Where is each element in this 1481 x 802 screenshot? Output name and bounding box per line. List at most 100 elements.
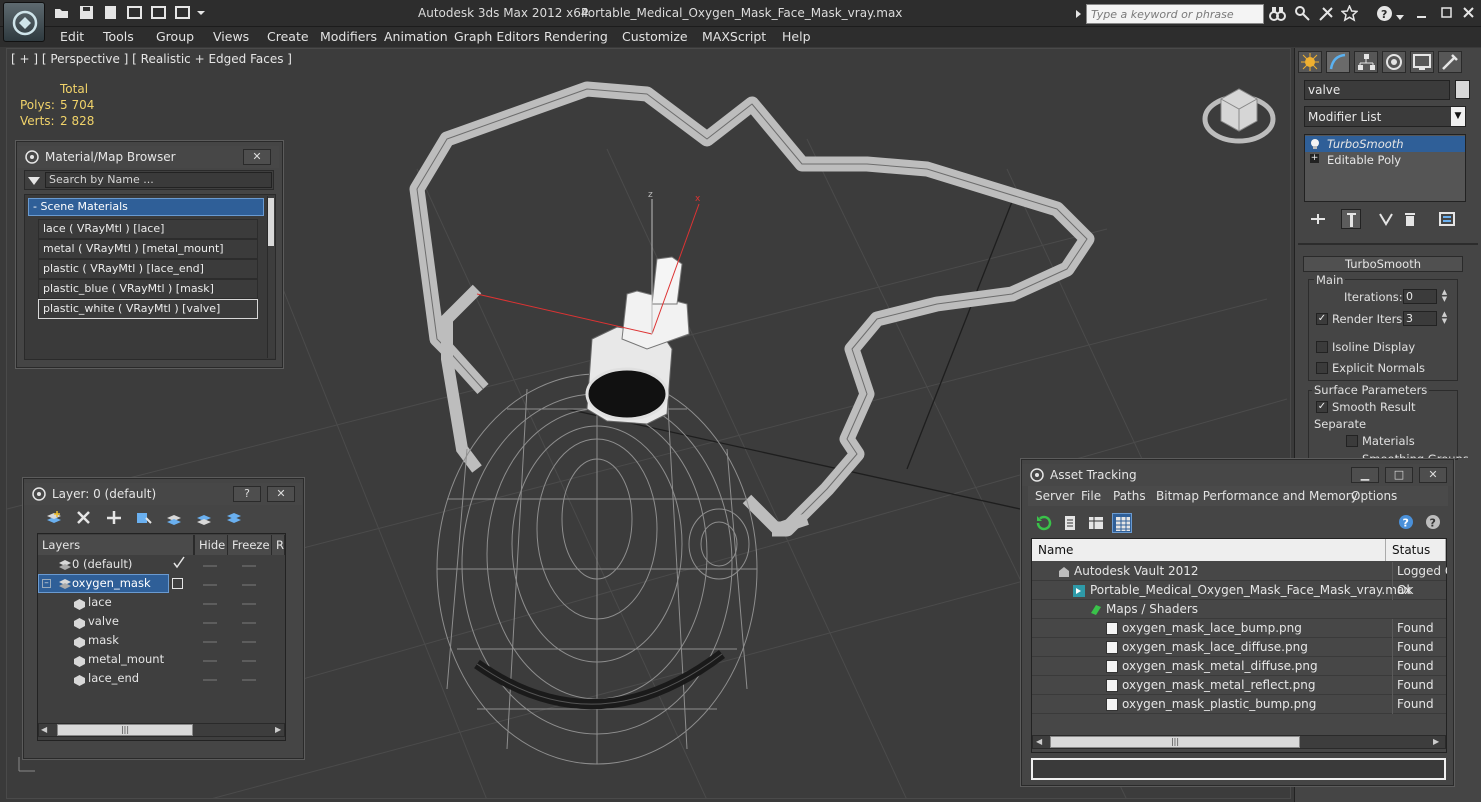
create-layer-icon[interactable] xyxy=(44,509,64,527)
motion-tab-icon[interactable] xyxy=(1382,51,1406,73)
modify-tab-icon[interactable] xyxy=(1326,51,1350,73)
column-header-hide[interactable]: Hide xyxy=(194,535,228,555)
create-tab-icon[interactable] xyxy=(1298,51,1322,73)
object-name-field[interactable]: valve xyxy=(1304,80,1450,100)
layer-row[interactable]: 0 (default) xyxy=(38,555,285,574)
stack-item-turbosmooth[interactable]: TurboSmooth xyxy=(1305,136,1465,152)
asset-menu-file[interactable]: File xyxy=(1081,489,1101,503)
material-item-selected[interactable]: plastic_white ( VRayMtl ) [valve] xyxy=(38,299,258,319)
menu-maxscript[interactable]: MAXScript xyxy=(702,29,766,44)
hide-toggle[interactable] xyxy=(203,679,217,681)
hide-toggle[interactable] xyxy=(203,622,217,624)
iterations-spinner-arrows-icon[interactable]: ▲ ▼ xyxy=(1440,289,1449,304)
asset-close-icon[interactable]: ✕ xyxy=(1419,467,1447,483)
asset-menu-server[interactable]: Server xyxy=(1035,489,1074,503)
render-iters-spinner[interactable]: 3 xyxy=(1403,311,1437,326)
keyword-search-input[interactable]: Type a keyword or phrase xyxy=(1086,4,1264,24)
maximize-button[interactable] xyxy=(1436,4,1456,22)
project-folder-icon[interactable] xyxy=(175,5,190,20)
make-unique-icon[interactable] xyxy=(1376,209,1396,229)
column-header-name[interactable]: Name xyxy=(1032,539,1386,561)
menu-help[interactable]: Help xyxy=(782,29,811,44)
menu-customize[interactable]: Customize xyxy=(622,29,688,44)
search-expand-icon[interactable] xyxy=(1075,8,1082,22)
freeze-toggle[interactable] xyxy=(242,603,256,605)
render-iters-spinner-arrows-icon[interactable]: ▲ ▼ xyxy=(1440,311,1449,326)
scroll-right-arrow-icon[interactable]: ▶ xyxy=(275,725,281,734)
hide-toggle[interactable] xyxy=(203,603,217,605)
asset-maximize-icon[interactable]: □ xyxy=(1385,467,1413,483)
render-iters-checkbox[interactable]: ✓ xyxy=(1316,313,1328,325)
freeze-toggle[interactable] xyxy=(242,679,256,681)
menu-rendering[interactable]: Rendering xyxy=(544,29,608,44)
asset-menu-bitmap-performance[interactable]: Bitmap Performance and Memory xyxy=(1156,489,1358,503)
separate-materials-checkbox[interactable] xyxy=(1346,435,1358,447)
asset-row[interactable]: oxygen_mask_lace_diffuse.png Found xyxy=(1032,638,1446,657)
grid-view-icon[interactable] xyxy=(1112,513,1132,533)
layer-scroll-thumb[interactable]: ||| xyxy=(57,724,193,736)
subscription-key-icon[interactable] xyxy=(1294,5,1311,22)
smooth-result-checkbox[interactable]: ✓ xyxy=(1316,401,1328,413)
set-current-layer-icon[interactable] xyxy=(194,509,214,527)
redo-icon[interactable] xyxy=(151,5,166,20)
column-header-status[interactable]: Status xyxy=(1386,539,1446,561)
asset-row[interactable]: oxygen_mask_lace_bump.png Found xyxy=(1032,619,1446,638)
modifier-list-dropdown[interactable]: Modifier List xyxy=(1304,106,1466,127)
column-header-render[interactable]: R xyxy=(272,535,285,555)
scroll-left-arrow-icon[interactable]: ◀ xyxy=(41,725,47,734)
asset-info-icon[interactable]: ? xyxy=(1424,513,1444,533)
options-dropdown-icon[interactable] xyxy=(28,175,40,189)
remove-modifier-icon[interactable] xyxy=(1400,209,1420,229)
modifier-list-arrow-icon[interactable]: ▼ xyxy=(1451,107,1465,126)
help-dropdown-icon[interactable] xyxy=(1396,10,1404,24)
asset-minimize-icon[interactable]: ▁ xyxy=(1351,467,1379,483)
asset-menu-paths[interactable]: Paths xyxy=(1113,489,1146,503)
hide-toggle[interactable] xyxy=(203,565,217,567)
configure-modifier-sets-icon[interactable] xyxy=(1437,209,1457,229)
asset-row[interactable]: Autodesk Vault 2012 Logged O xyxy=(1032,562,1447,581)
open-folder-icon[interactable] xyxy=(54,5,69,20)
communication-center-icon[interactable] xyxy=(1318,5,1335,22)
asset-row[interactable]: oxygen_mask_metal_reflect.png Found xyxy=(1032,676,1446,695)
pin-stack-icon[interactable] xyxy=(1308,209,1328,229)
explicit-normals-checkbox[interactable] xyxy=(1316,362,1328,374)
display-tab-icon[interactable] xyxy=(1410,51,1434,73)
undo-icon[interactable] xyxy=(127,5,142,20)
app-logo-button[interactable] xyxy=(3,2,45,42)
scroll-left-arrow-icon[interactable]: ◀ xyxy=(1036,737,1042,746)
layer-row-selected[interactable]: – oxygen_mask xyxy=(38,574,285,593)
menu-edit[interactable]: Edit xyxy=(60,29,84,44)
asset-row[interactable]: oxygen_mask_plastic_bump.png Found xyxy=(1032,695,1446,714)
asset-row[interactable]: Portable_Medical_Oxygen_Mask_Face_Mask_v… xyxy=(1032,581,1446,600)
menu-graph-editors[interactable]: Graph Editors xyxy=(454,29,540,44)
menu-group[interactable]: Group xyxy=(156,29,194,44)
scroll-right-arrow-icon[interactable]: ▶ xyxy=(1433,737,1439,746)
list-view-icon[interactable] xyxy=(1060,513,1080,533)
menu-modifiers[interactable]: Modifiers xyxy=(320,29,377,44)
hide-toggle[interactable] xyxy=(203,660,217,662)
object-row[interactable]: metal_mount xyxy=(38,650,285,669)
isoline-display-checkbox[interactable] xyxy=(1316,341,1328,353)
freeze-toggle[interactable] xyxy=(242,584,256,586)
menu-create[interactable]: Create xyxy=(267,29,309,44)
set-current-box-icon[interactable] xyxy=(172,578,183,589)
asset-row[interactable]: oxygen_mask_metal_diffuse.png Found xyxy=(1032,657,1446,676)
delete-layer-icon[interactable] xyxy=(74,509,94,527)
hide-unhide-all-icon[interactable] xyxy=(224,509,244,527)
material-browser-title[interactable]: Material/Map Browser xyxy=(17,146,279,168)
close-button[interactable] xyxy=(1459,4,1479,22)
object-row[interactable]: lace xyxy=(38,593,285,612)
expand-plus-icon[interactable]: + xyxy=(1310,154,1319,163)
material-item[interactable]: plastic ( VRayMtl ) [lace_end] xyxy=(38,259,258,279)
material-item[interactable]: plastic_blue ( VRayMtl ) [mask] xyxy=(38,279,258,299)
hierarchy-tab-icon[interactable] xyxy=(1354,51,1378,73)
collapse-minus-icon[interactable]: – xyxy=(42,579,51,588)
object-row[interactable]: valve xyxy=(38,612,285,631)
select-objects-icon[interactable] xyxy=(134,509,154,527)
utilities-tab-icon[interactable] xyxy=(1438,51,1462,73)
asset-scroll-thumb[interactable]: ||| xyxy=(1050,736,1300,748)
table-view-icon[interactable] xyxy=(1086,513,1106,533)
scene-materials-group-header[interactable]: - Scene Materials xyxy=(28,198,264,216)
menu-views[interactable]: Views xyxy=(213,29,249,44)
object-row[interactable]: lace_end xyxy=(38,669,285,688)
